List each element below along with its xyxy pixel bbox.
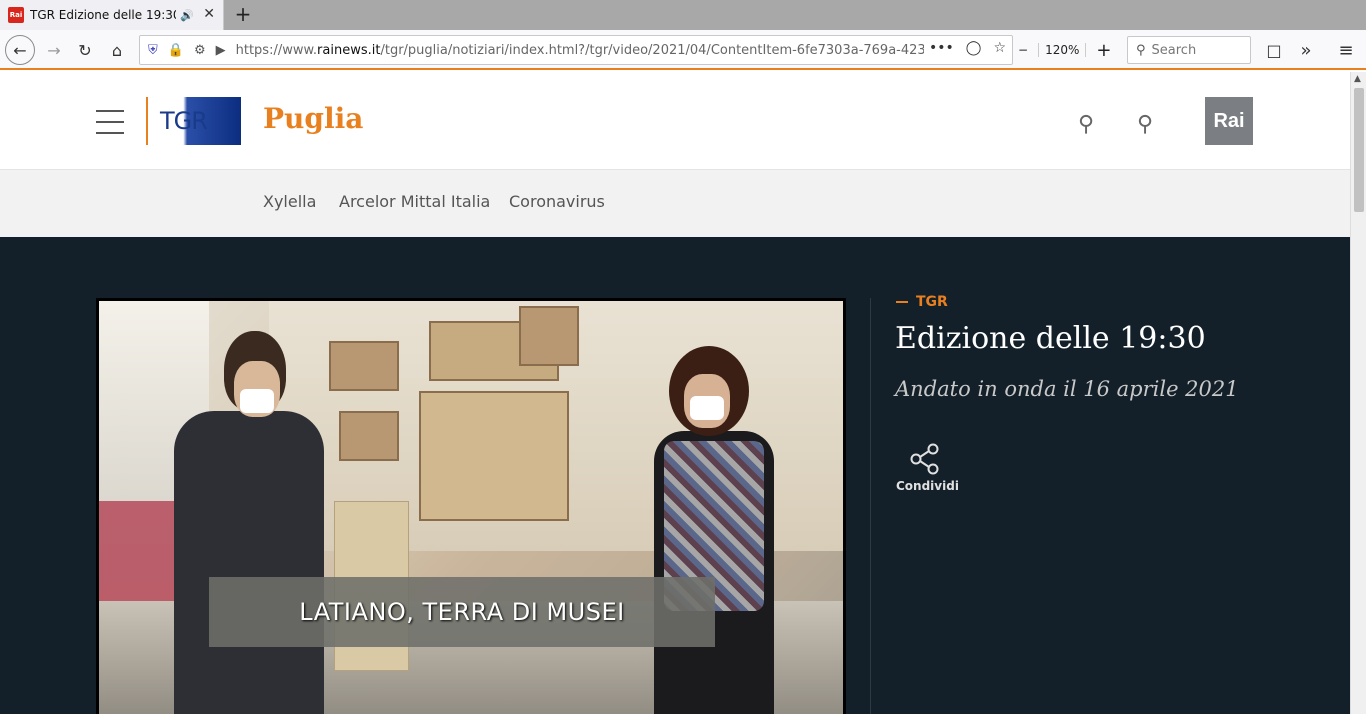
library-icon[interactable]: □ — [1260, 36, 1288, 64]
region-title[interactable]: Puglia — [263, 102, 363, 135]
kicker-label: TGR — [896, 294, 948, 310]
video-section: LATIANO, TERRA DI MUSEI TGR Edizione del… — [0, 237, 1350, 714]
bookmark-star-icon[interactable]: ☆ — [993, 40, 1006, 56]
url-bar[interactable]: ⛨ 🔒 ⚙ ▶ https://www.rainews.it/tgr/pugli… — [139, 35, 1013, 65]
url-text[interactable]: https://www.rainews.it/tgr/puglia/notizi… — [236, 43, 924, 58]
video-player[interactable]: LATIANO, TERRA DI MUSEI — [96, 298, 846, 714]
share-label: Condividi — [896, 479, 959, 493]
rai-logo[interactable]: Rai — [1205, 97, 1253, 145]
web-page: TGR Puglia ⚲ ⚲ Rai Xylella Arcelor Mitta… — [0, 72, 1350, 714]
back-arrow-icon[interactable]: ← — [5, 35, 35, 65]
menu-icon[interactable]: ≡ — [1332, 36, 1360, 64]
rai-favicon-icon: Rai — [8, 7, 24, 23]
scrollbar-thumb[interactable] — [1354, 88, 1364, 212]
tab-strip: Rai TGR Edizione delle 19:30 del 🔊 ✕ + — [0, 0, 1366, 30]
topics-bar: Xylella Arcelor Mittal Italia Coronaviru… — [0, 169, 1350, 237]
search-icon[interactable]: ⚲ — [1131, 110, 1159, 138]
topic-link-xylella[interactable]: Xylella — [263, 192, 316, 211]
reload-icon[interactable]: ↻ — [71, 36, 99, 64]
close-icon[interactable]: ✕ — [203, 6, 215, 22]
video-caption: LATIANO, TERRA DI MUSEI — [209, 577, 715, 647]
autoplay-blocked-icon[interactable]: ▶ — [216, 43, 226, 58]
site-header: TGR Puglia ⚲ ⚲ Rai — [0, 72, 1350, 169]
plus-icon[interactable]: + — [232, 3, 254, 25]
pocket-icon[interactable]: ◯ — [966, 40, 982, 56]
shield-icon[interactable]: ⛨ — [148, 43, 158, 58]
browser-tab[interactable]: Rai TGR Edizione delle 19:30 del 🔊 ✕ — [0, 0, 224, 30]
overflow-chevron-icon[interactable]: » — [1292, 36, 1320, 64]
share-icon — [910, 443, 939, 475]
zoom-in-button[interactable]: + — [1096, 40, 1111, 61]
topic-link-arcelor-mittal[interactable]: Arcelor Mittal Italia — [339, 192, 490, 211]
hamburger-menu-icon[interactable] — [96, 110, 124, 134]
zoom-out-button[interactable]: − — [1018, 43, 1028, 57]
topic-link-coronavirus[interactable]: Coronavirus — [509, 192, 605, 211]
tab-title: TGR Edizione delle 19:30 del — [30, 8, 176, 22]
zoom-level[interactable]: 120% — [1038, 43, 1087, 57]
search-input[interactable]: ⚲ Search — [1127, 36, 1251, 64]
more-actions-icon[interactable]: ••• — [929, 40, 954, 56]
share-button[interactable]: Condividi — [896, 443, 966, 493]
forward-arrow-icon[interactable]: → — [40, 36, 68, 64]
permissions-icon[interactable]: ⚙ — [194, 43, 206, 58]
navigation-bar: ← → ↻ ⌂ ⛨ 🔒 ⚙ ▶ https://www.rainews.it/t… — [0, 30, 1366, 70]
divider — [870, 298, 871, 714]
edition-title: Edizione delle 19:30 — [895, 321, 1206, 356]
zoom-controls: − 120% + — [1018, 36, 1111, 64]
scrollbar[interactable]: ▲ — [1350, 72, 1366, 714]
speaker-icon[interactable]: 🔊 — [180, 9, 194, 22]
scroll-up-icon[interactable]: ▲ — [1354, 74, 1361, 84]
location-switch-icon[interactable]: ⚲ — [1072, 110, 1100, 138]
home-icon[interactable]: ⌂ — [103, 36, 131, 64]
search-icon: ⚲ — [1136, 42, 1146, 58]
lock-icon[interactable]: 🔒 — [168, 43, 184, 58]
aired-date: Andato in onda il 16 aprile 2021 — [895, 377, 1239, 401]
search-placeholder: Search — [1151, 42, 1197, 58]
tgr-logo[interactable]: TGR — [146, 97, 241, 145]
